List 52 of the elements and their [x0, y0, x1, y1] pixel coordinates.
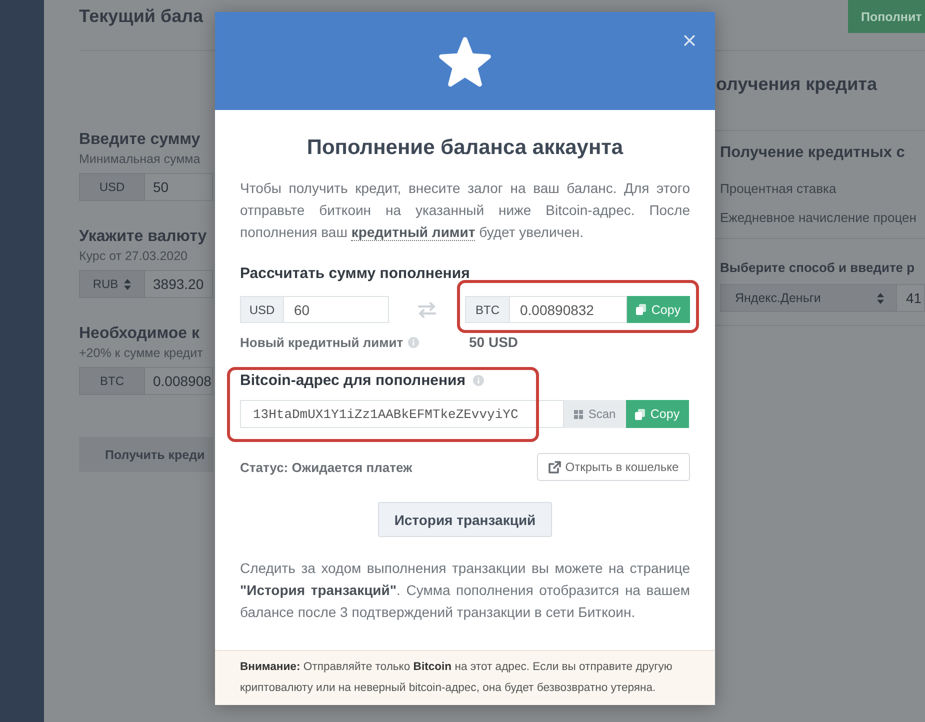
intro-text: Чтобы получить кредит, внесите залог на ваш баланс. Для этого отправьте биткоин на указанный ниже Bitcoin-адрес. После пополнения ваш кредитный лимит будет увеличен. [240, 179, 690, 243]
copy-icon [635, 408, 646, 420]
currency-addon: USD [240, 296, 284, 323]
field-label: Укажите валюту [79, 227, 208, 247]
amount-field[interactable]: 50 [145, 173, 213, 201]
scan-button[interactable]: Scan [564, 400, 626, 428]
currency-addon: USD [79, 173, 145, 201]
star-icon [439, 37, 491, 87]
field-label: Введите сумму [79, 130, 202, 150]
note-text: Следить за ходом выполнения транзакции вы можете на странице "История транзакций". Сумма пополнения отобразится на вашем балансе после 3 подтверждений транзакции в сети Биткоин. [240, 559, 690, 622]
currency-addon: BTC [465, 296, 510, 323]
address-heading: Bitcoin-адрес для пополнения [240, 372, 466, 388]
method-label: Выберите способ и введите р [719, 259, 916, 277]
amount-field[interactable]: 41 [897, 284, 925, 312]
sort-caret-icon [877, 292, 884, 304]
info-row-label: Процентная ставка [719, 180, 838, 198]
btc-amount-field[interactable]: 0.00890832 [510, 296, 627, 323]
warning-footer: Внимание: Отправляйте только Bitcoin на этот адрес. Если вы отправите другую криптовалюту или на неверный bitcoin-адрес, она будет безвозвратно утеряна. [215, 650, 715, 705]
grid-icon [574, 410, 584, 418]
page-title: Текущий бала [79, 5, 204, 27]
topup-button[interactable]: Пополнит [848, 0, 925, 33]
info-row-label: Ежедневное начисление процен [719, 209, 918, 227]
bitcoin-address-field[interactable]: 13HtaDmUX1Y1iZz1AABkEFMTkeZEvvyiYC [240, 400, 564, 428]
info-icon [472, 374, 484, 386]
card-title: Получение кредитных с [719, 143, 906, 163]
info-icon [408, 336, 420, 348]
currency-addon: BTC [79, 367, 145, 395]
calculator-heading: Рассчитать сумму пополнения [240, 264, 471, 284]
payment-method-select[interactable]: Яндекс.Деньги [720, 284, 897, 312]
field-hint: Курс от 27.03.2020 [79, 248, 189, 265]
close-icon[interactable] [684, 35, 695, 46]
external-link-icon [548, 460, 562, 474]
sort-caret-icon [124, 278, 132, 290]
usd-amount-field[interactable]: 60 [284, 296, 389, 323]
modal-title: Пополнение баланса аккаунта [306, 135, 624, 161]
open-in-wallet-button[interactable]: Открыть в кошельке [537, 453, 690, 481]
amount-field[interactable]: 0.008908 [145, 367, 213, 395]
amount-field[interactable]: 3893.20 [145, 270, 213, 298]
copy-icon [636, 304, 646, 315]
transaction-history-button[interactable]: История транзакций [378, 502, 552, 537]
copy-button[interactable]: Copy [627, 296, 690, 323]
exchange-arrows-icon [417, 302, 437, 318]
currency-select[interactable]: RUB [79, 270, 145, 298]
payment-status: Статус: Ожидается платеж [240, 460, 412, 474]
limit-value: 50 USD [469, 334, 518, 350]
field-hint: Минимальная сумма [79, 151, 202, 168]
field-hint: +20% к сумме кредит [79, 345, 204, 362]
limit-label: Новый кредитный лимит [240, 334, 404, 350]
copy-button[interactable]: Copy [626, 400, 689, 428]
field-label: Необходимое к [79, 324, 201, 344]
get-credit-button[interactable]: Получить креди [79, 437, 213, 472]
section-title: олучения кредита [715, 73, 878, 95]
